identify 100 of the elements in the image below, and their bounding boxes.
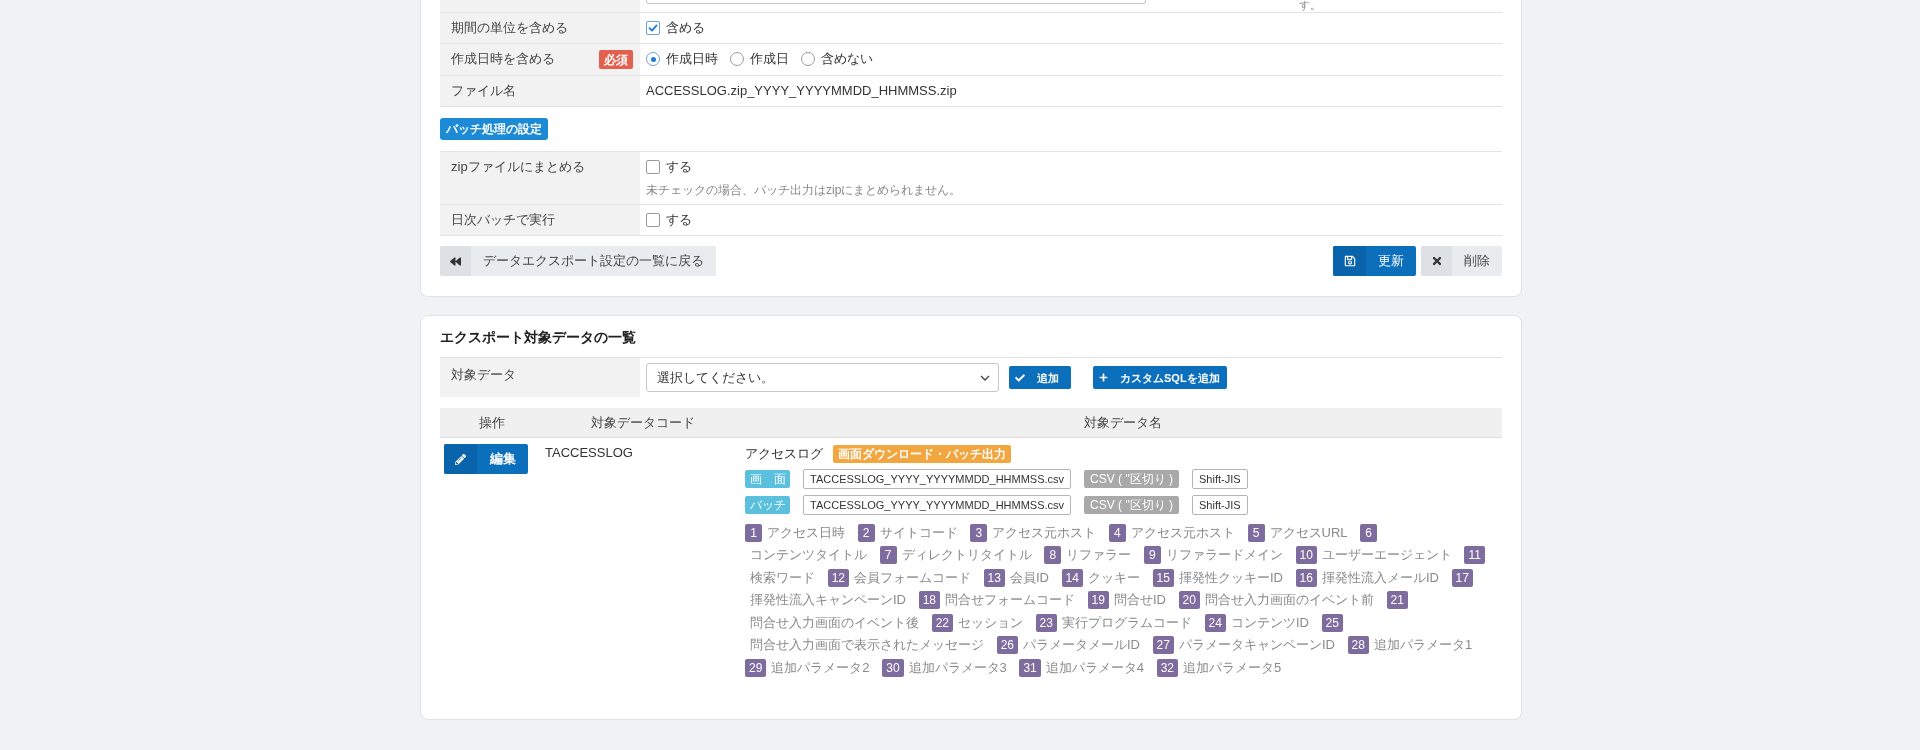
field-name: アクセス元ホスト [1130, 524, 1235, 540]
hint-text: 未チェックの場合、バッチ出力はzipにまとめられません。 [646, 182, 963, 198]
add-button[interactable]: 追加 [1009, 366, 1071, 389]
field-value: ACCESSLOG.zip_YYYY_YYYYMMDD_HHMMSS.zip [646, 82, 957, 100]
checkbox[interactable] [646, 213, 660, 227]
radio-button[interactable] [646, 52, 660, 66]
field-name: 追加パラメータ5 [1183, 659, 1282, 675]
select-field[interactable]: 選択してください。 [646, 363, 999, 392]
field-number: 25 [1321, 613, 1343, 632]
save-icon [1333, 246, 1366, 276]
field-name: 追加パラメータ4 [1045, 659, 1145, 675]
field-number: 18 [918, 591, 940, 610]
add-sql-button[interactable]: カスタムSQLを追加 [1093, 366, 1227, 389]
field-name: コンテンツタイトル [750, 547, 867, 563]
field-label: 対象データ [451, 366, 516, 384]
field-number: 3 [970, 523, 988, 542]
field-number: 14 [1061, 568, 1083, 587]
field-number: 10 [1295, 546, 1317, 565]
field-name: 問合せ入力画面のイベント前 [1204, 592, 1374, 608]
help-text: す。 [1299, 0, 1321, 11]
delete-button[interactable]: 削除 [1421, 246, 1502, 276]
close-icon [1421, 246, 1452, 276]
field-name: サイトコード [879, 524, 958, 540]
field-name: 追加パラメータ2 [771, 659, 870, 675]
field-label: 期間の単位を含める [451, 19, 568, 37]
edit-button[interactable]: 編集 [444, 444, 528, 474]
checkbox[interactable] [646, 21, 660, 35]
update-button[interactable]: 更新 [1333, 246, 1416, 276]
section-heading: バッチ処理の設定 [440, 118, 548, 140]
field-number: 21 [1386, 591, 1408, 610]
encoding-label: Shift-JIS [1192, 495, 1248, 515]
field-label: ファイル名 [451, 82, 516, 100]
field-number: 32 [1156, 658, 1178, 677]
field-name: 追加パラメータ1 [1373, 637, 1473, 653]
field-number: 27 [1152, 636, 1174, 655]
field-number: 15 [1152, 568, 1174, 587]
output-mode-tag: 画面ダウンロード・バッチ出力 [833, 445, 1011, 463]
field-name: 追加パラメータ3 [908, 659, 1007, 675]
output-type-tag: 画 面 [745, 470, 790, 488]
field-label: 作成日時を含める [451, 50, 555, 68]
field-number: 23 [1035, 613, 1057, 632]
back-button[interactable]: データエクスポート設定の一覧に戻る [440, 246, 716, 276]
card-title: エクスポート対象データの一覧 [440, 328, 636, 347]
field-name: 問合せフォームコード [945, 592, 1075, 608]
field-name: 実行プログラムコード [1061, 614, 1192, 630]
required-tag: 必須 [599, 50, 633, 69]
field-number: 26 [996, 636, 1018, 655]
column-header: 対象データコード [590, 413, 696, 432]
field-name: 問合せ入力画面で表示されたメッセージ [750, 637, 984, 653]
field-number: 9 [1143, 546, 1161, 565]
field-name: 揮発性流入メールID [1321, 569, 1439, 585]
field-number: 24 [1204, 613, 1226, 632]
pencil-icon [444, 444, 477, 474]
check-icon [1015, 372, 1025, 383]
field-number: 4 [1108, 523, 1126, 542]
checkbox-label: する [666, 211, 692, 229]
field-number: 19 [1087, 591, 1109, 610]
field-name: パラメータメールID [1023, 637, 1140, 653]
field-name: クッキー [1087, 569, 1140, 585]
format-tag: CSV ( "区切り ) [1084, 470, 1179, 488]
checkbox[interactable] [646, 160, 660, 174]
field-number: 5 [1247, 523, 1265, 542]
radio-label: 含めない [821, 50, 873, 68]
field-name: 検索ワード [750, 569, 815, 585]
field-number: 8 [1044, 546, 1062, 565]
field-number: 31 [1019, 658, 1041, 677]
data-name: アクセスログ [745, 445, 823, 463]
field-number: 20 [1178, 591, 1200, 610]
field-name: ユーザーエージェント [1321, 547, 1452, 563]
field-name: パラメータキャンペーンID [1178, 637, 1335, 653]
format-tag: CSV ( "区切り ) [1084, 496, 1179, 514]
field-name: コンテンツID [1230, 614, 1309, 630]
field-number: 11 [1464, 546, 1485, 565]
field-number: 2 [857, 523, 875, 542]
field-number: 29 [745, 658, 767, 677]
field-number: 13 [983, 568, 1005, 587]
field-name: リファラー [1066, 547, 1132, 563]
field-number: 6 [1360, 523, 1378, 542]
radio-button[interactable] [730, 52, 744, 66]
radio-button[interactable] [801, 52, 815, 66]
field-label: zipファイルにまとめる [451, 158, 585, 176]
field-number: 16 [1295, 568, 1317, 587]
input-field[interactable] [646, 0, 1146, 4]
encoding-label: Shift-JIS [1192, 469, 1248, 489]
output-filename: TACCESSLOG_YYYY_YYYYMMDD_HHMMSS.csv [803, 469, 1072, 489]
field-name: 揮発性クッキーID [1178, 569, 1283, 585]
field-number: 7 [879, 546, 897, 565]
field-name: 問合せID [1113, 592, 1166, 608]
field-name: セッション [958, 614, 1023, 630]
field-name: ディレクトリタイトル [901, 547, 1032, 563]
field-number: 12 [827, 568, 849, 587]
radio-label: 作成日時 [666, 50, 718, 68]
column-header: 対象データ名 [1082, 413, 1163, 432]
field-name: 揮発性流入キャンペーンID [750, 592, 906, 608]
field-name: アクセス日時 [767, 524, 845, 540]
data-code: TACCESSLOG [545, 444, 633, 462]
field-name: 会員フォームコード [854, 569, 971, 585]
field-label: 日次バッチで実行 [451, 211, 555, 229]
field-name: 問合せ入力画面のイベント後 [750, 614, 919, 630]
field-number: 1 [745, 523, 762, 542]
